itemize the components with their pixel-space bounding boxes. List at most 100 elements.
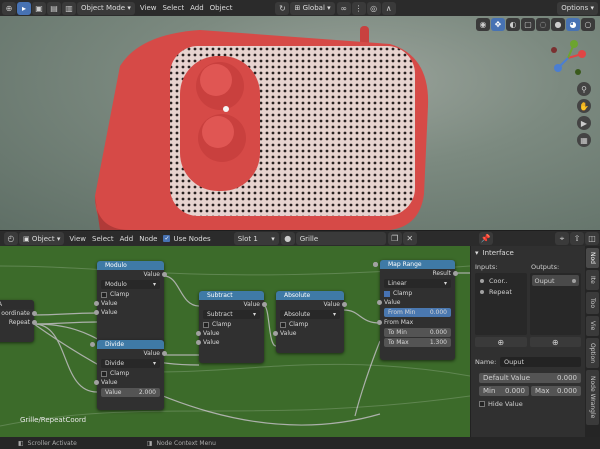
parent-node-icon[interactable]: ⇧ <box>570 232 585 245</box>
rendered-icon[interactable]: ○ <box>581 18 595 31</box>
transform-orientation-dropdown[interactable]: ⊞ Global ▾ <box>290 1 335 15</box>
navigation-gizmo[interactable] <box>548 38 588 78</box>
proportional-edit-icon[interactable]: ◎ <box>366 1 381 15</box>
tab-options[interactable]: Option <box>586 338 599 368</box>
snap-target-icon[interactable]: ⋮ <box>351 1 366 15</box>
select-mode-2-icon[interactable]: ▤ <box>47 1 61 15</box>
visibility-icon[interactable]: ◉ <box>476 18 490 31</box>
subtract-input-1[interactable]: Value <box>196 329 264 338</box>
map-range-to-min-field[interactable]: To Min 0.000 <box>373 262 451 337</box>
modulo-clamp[interactable]: Clamp <box>97 290 164 299</box>
select-mode-3-icon[interactable]: ▥ <box>62 1 76 15</box>
default-value-field[interactable]: Default Value 0.000 <box>479 373 581 383</box>
inputs-list[interactable]: Coor.. Repeat <box>475 273 527 335</box>
object-mode-dropdown[interactable]: Object Mode ▾ <box>77 1 135 15</box>
add-input-button[interactable]: ⊕ <box>475 337 527 347</box>
use-nodes-toggle[interactable]: ✓ Use Nodes <box>160 232 213 245</box>
tab-view[interactable]: Vie <box>586 316 599 336</box>
menu-select[interactable]: Select <box>159 2 187 15</box>
editor-type-icon[interactable]: ⊕ <box>2 1 16 15</box>
modulo-input-2[interactable]: Value <box>94 308 164 317</box>
group-input-socket-repeat[interactable]: Repeat <box>0 318 37 327</box>
hide-value-checkbox[interactable]: Hide Value <box>479 400 581 408</box>
falloff-icon[interactable]: ∧ <box>381 1 396 15</box>
tab-node-wrangler[interactable]: Node Wrangle <box>586 370 599 425</box>
divide-output[interactable]: Value <box>97 349 167 358</box>
xray-icon[interactable]: ▢ <box>521 18 535 31</box>
pivot-icon[interactable]: ↻ <box>275 1 290 15</box>
shader-type-dropdown[interactable]: ▣ Object ▾ <box>19 232 65 245</box>
map-range-clamp[interactable]: Clamp <box>380 289 455 298</box>
modulo-operation-dropdown[interactable]: Modulo ▾ <box>101 280 160 289</box>
divide-input-1[interactable]: Value <box>94 378 164 387</box>
subtract-operation-dropdown[interactable]: Subtract ▾ <box>203 310 260 319</box>
subtract-output[interactable]: Value <box>199 300 267 309</box>
map-range-interpolation-dropdown[interactable]: Linear ▾ <box>384 279 451 288</box>
wireframe-icon[interactable]: ◌ <box>536 18 550 31</box>
node-menu-select[interactable]: Select <box>89 232 117 245</box>
tab-item[interactable]: Ite <box>586 270 599 290</box>
pan-hand-icon[interactable]: ✋ <box>577 99 591 113</box>
outputs-list[interactable]: Ouput <box>529 273 581 335</box>
min-value-field[interactable]: Min 0.000 <box>479 386 529 396</box>
map-range-from-min-field[interactable]: From Min 0.000 <box>373 262 451 317</box>
material-preview-icon[interactable]: ◕ <box>566 18 580 31</box>
select-mode-icon[interactable]: ▣ <box>32 1 46 15</box>
3d-viewport[interactable]: ◉ ✥ ◐ ▢ ◌ ● ◕ ○ ⚲ ✋ ▶ ▦ <box>0 16 600 230</box>
socket-name-input[interactable]: Ouput <box>500 357 581 367</box>
gizmo-icon[interactable]: ✥ <box>491 18 505 31</box>
map-range-to-max-field[interactable]: To Max 1.300 <box>373 262 451 347</box>
map-range-value-input[interactable]: Value <box>377 298 455 307</box>
node-menu-node[interactable]: Node <box>136 232 160 245</box>
snap-node-icon[interactable]: ⌖ <box>555 232 570 245</box>
select-tool-icon[interactable]: ▸ <box>17 1 31 15</box>
material-name-field[interactable]: Grille <box>295 232 386 245</box>
material-sphere-icon[interactable]: ● <box>280 232 295 245</box>
interface-header[interactable]: ▾ Interface <box>471 246 585 259</box>
max-value-field[interactable]: Max 0.000 <box>531 386 581 396</box>
zoom-icon[interactable]: ⚲ <box>577 82 591 96</box>
subtract-node[interactable]: Subtract Value Subtract ▾ Clamp Value Val… <box>196 291 267 363</box>
close-material-icon[interactable]: ✕ <box>402 232 417 245</box>
node-frame[interactable]: A oordinate Repeat Modulo Value Modulo ▾ … <box>0 246 470 437</box>
map-range-from-max-input[interactable]: From Max <box>377 318 455 327</box>
absolute-clamp[interactable]: Clamp <box>276 320 344 329</box>
add-output-button[interactable]: ⊕ <box>529 337 581 347</box>
menu-object[interactable]: Object <box>207 2 236 15</box>
absolute-input-1[interactable]: Value <box>273 329 344 338</box>
options-dropdown[interactable]: Options ▾ <box>557 1 598 15</box>
map-range-output[interactable]: Result <box>380 269 458 278</box>
menu-view[interactable]: View <box>137 2 160 15</box>
group-input-node[interactable]: A oordinate Repeat <box>0 300 37 342</box>
divide-operation-dropdown[interactable]: Divide ▾ <box>101 359 160 368</box>
copy-material-icon[interactable]: ❐ <box>387 232 402 245</box>
map-range-node[interactable]: Map Range Result Linear ▾ Clamp Value Fro… <box>373 260 458 360</box>
node-editor-type-icon[interactable]: ◴ <box>4 232 18 245</box>
output-item-ouput[interactable]: Ouput <box>531 275 579 286</box>
modulo-input-1[interactable]: Value <box>94 299 164 308</box>
divide-input-2-field[interactable]: Value 2.000 <box>90 342 160 397</box>
input-item-coordinate[interactable]: Coor.. <box>477 275 525 286</box>
absolute-node[interactable]: Absolute Value Absolute ▾ Clamp Value <box>273 291 347 353</box>
menu-add[interactable]: Add <box>187 2 207 15</box>
modulo-output[interactable]: Value <box>97 270 167 279</box>
modulo-node[interactable]: Modulo Value Modulo ▾ Clamp Value Value <box>94 261 167 345</box>
absolute-operation-dropdown[interactable]: Absolute ▾ <box>280 310 340 319</box>
snap-icon[interactable]: ∞ <box>336 1 351 15</box>
node-menu-view[interactable]: View <box>66 232 89 245</box>
tab-node[interactable]: Nod <box>586 248 599 268</box>
slot-dropdown[interactable]: Slot 1 ▾ <box>233 232 279 245</box>
backdrop-icon[interactable]: ◫ <box>585 232 600 245</box>
input-item-repeat[interactable]: Repeat <box>477 286 525 297</box>
group-input-socket-coordinate[interactable]: oordinate <box>0 309 37 318</box>
divide-node[interactable]: Divide Value Divide ▾ Clamp Value Value 2.… <box>90 340 167 410</box>
subtract-input-2[interactable]: Value <box>196 338 264 347</box>
pin-icon[interactable]: 📌 <box>478 232 493 245</box>
absolute-output[interactable]: Value <box>276 300 347 309</box>
grid-icon[interactable]: ▦ <box>577 133 591 147</box>
node-menu-add[interactable]: Add <box>117 232 137 245</box>
overlay-icon[interactable]: ◐ <box>506 18 520 31</box>
solid-icon[interactable]: ● <box>551 18 565 31</box>
tab-tool[interactable]: Too <box>586 292 599 314</box>
subtract-clamp[interactable]: Clamp <box>199 320 264 329</box>
